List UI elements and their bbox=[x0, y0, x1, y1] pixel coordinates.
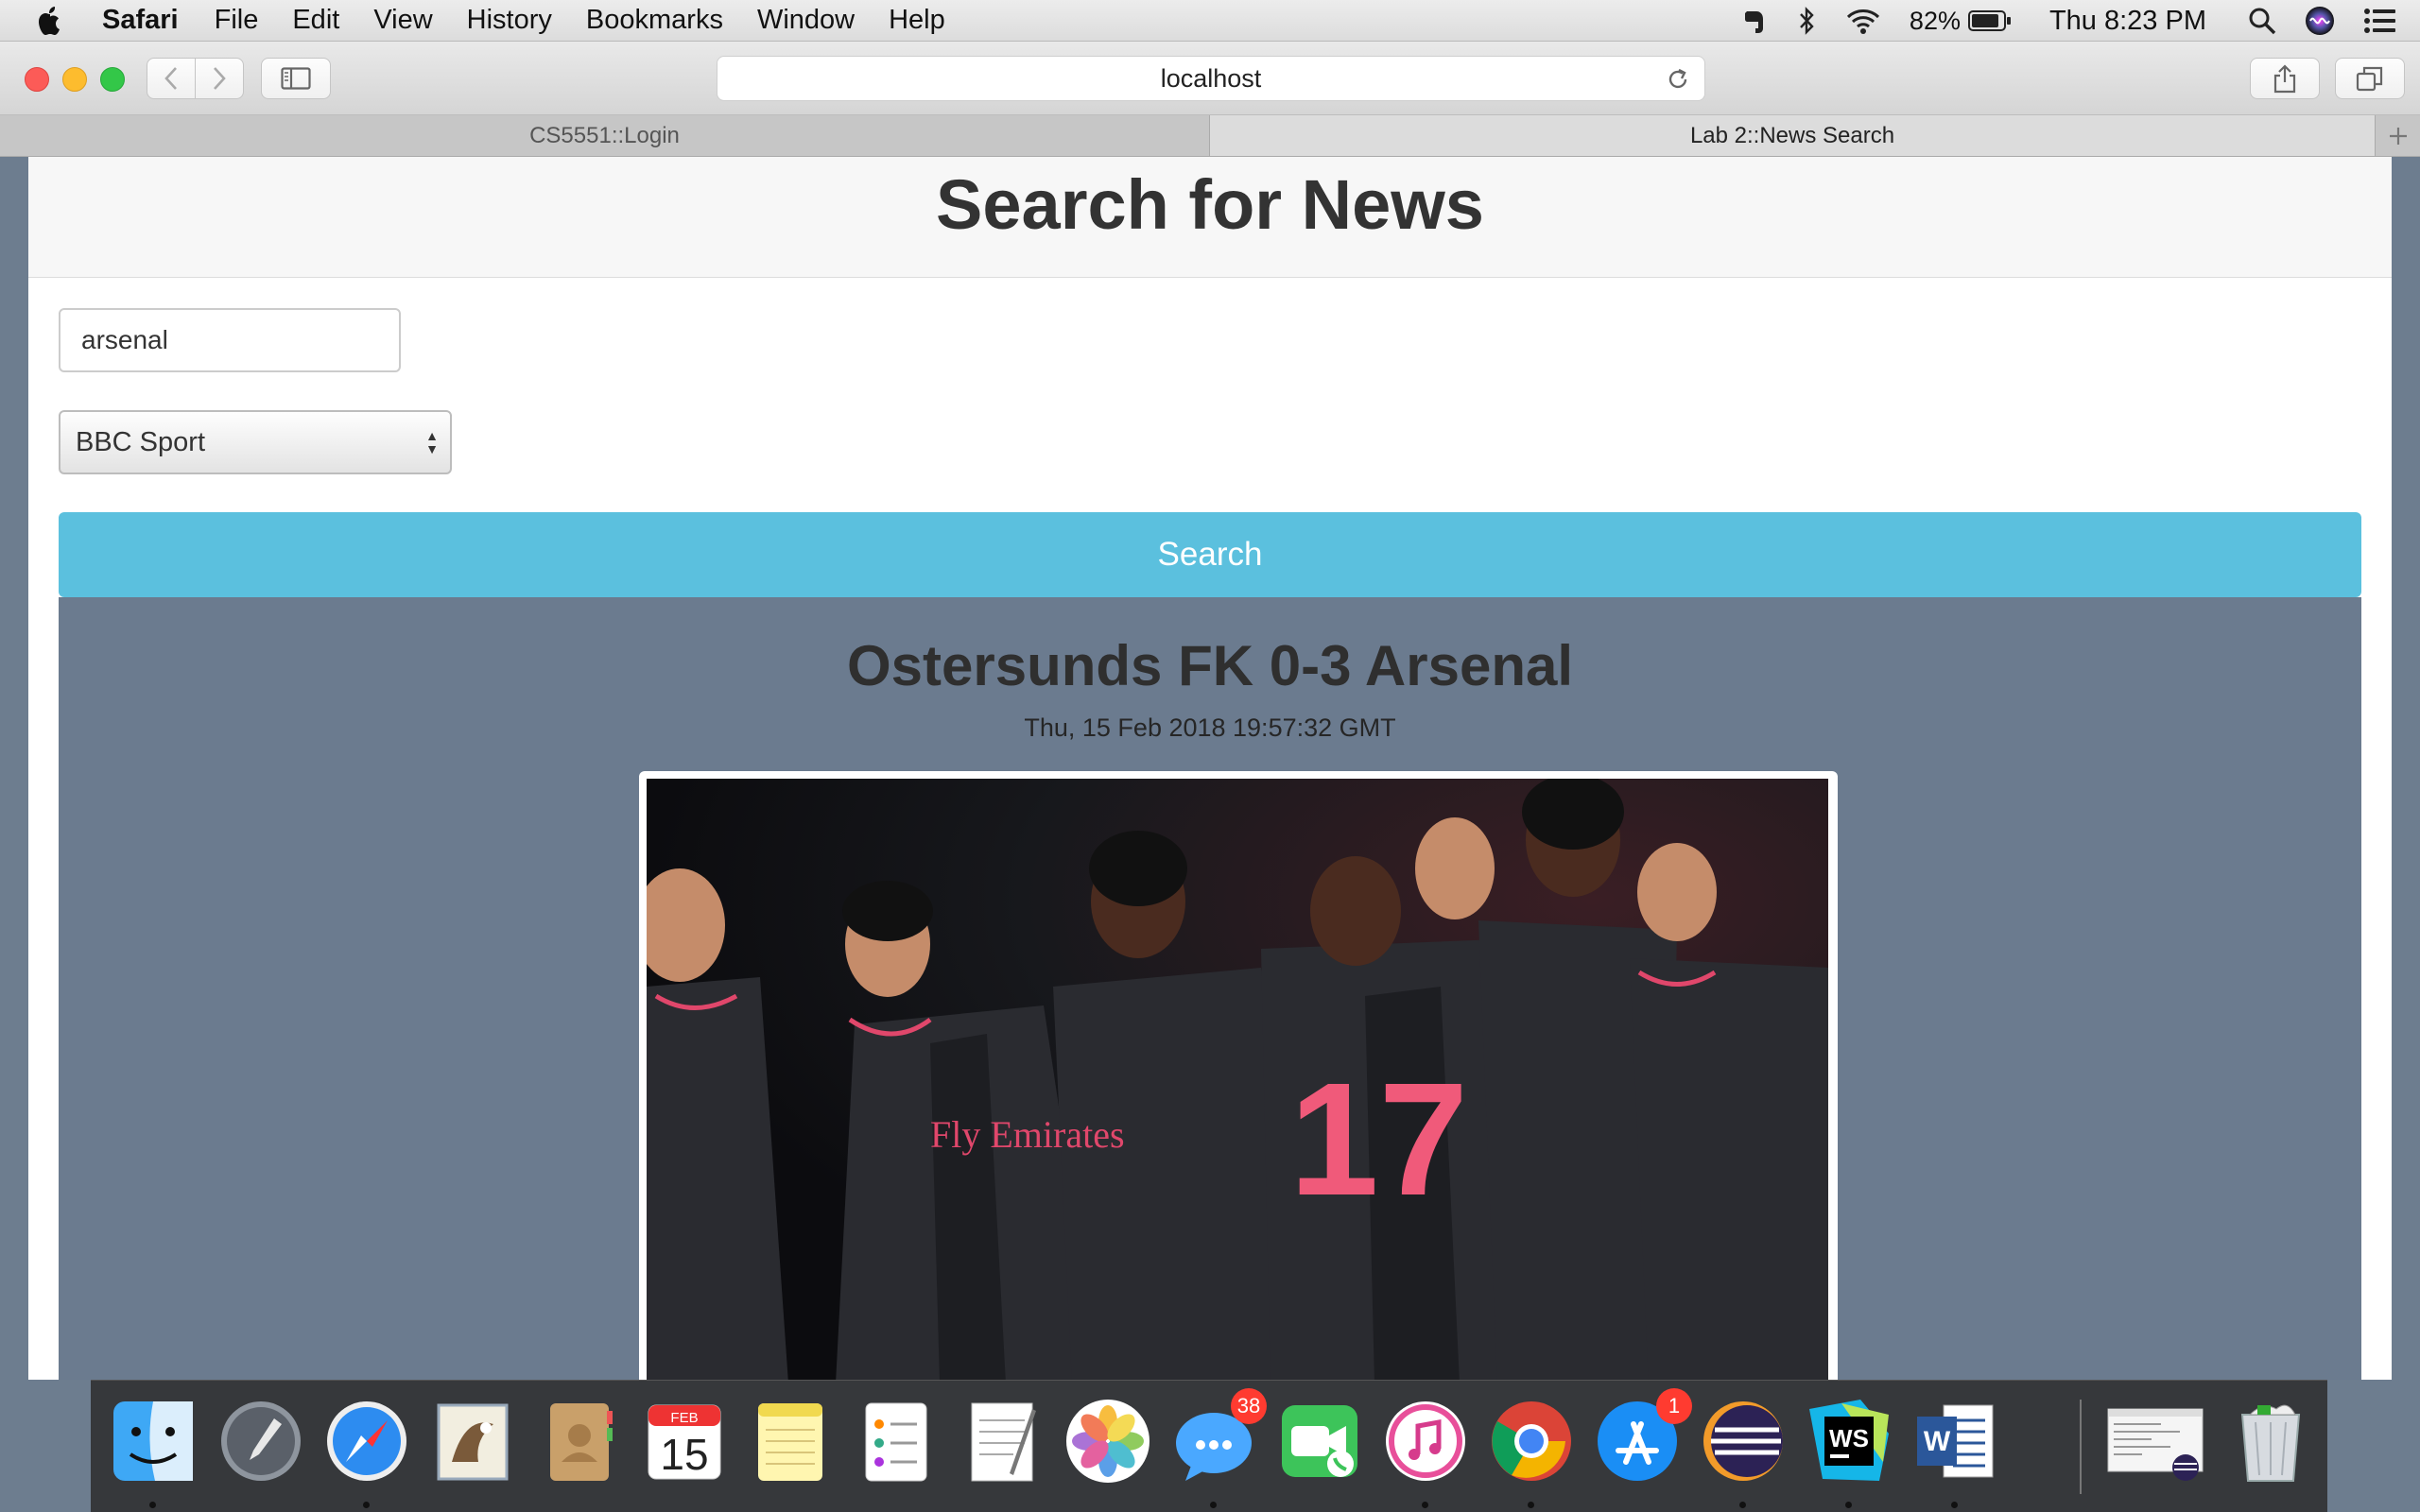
word-icon[interactable]: W bbox=[1910, 1396, 2000, 1486]
show-all-tabs-button[interactable] bbox=[2335, 58, 2405, 99]
wifi-icon[interactable] bbox=[1845, 7, 1881, 35]
share-button[interactable] bbox=[2250, 58, 2320, 99]
reload-icon[interactable] bbox=[1665, 66, 1691, 99]
finder-icon[interactable] bbox=[108, 1396, 199, 1486]
plus-icon bbox=[2389, 127, 2407, 145]
launchpad-icon[interactable] bbox=[216, 1396, 306, 1486]
textedit-icon[interactable] bbox=[957, 1396, 1047, 1486]
menubar-clock[interactable]: Thu 8:23 PM bbox=[2049, 6, 2206, 37]
battery-percent[interactable]: 82% bbox=[1910, 7, 1961, 36]
facetime-icon[interactable] bbox=[1274, 1396, 1365, 1486]
running-indicator bbox=[363, 1502, 370, 1508]
page-title: Search for News bbox=[936, 165, 1484, 244]
contacts-icon[interactable] bbox=[533, 1396, 624, 1486]
page-header: Search for News bbox=[28, 157, 2392, 278]
jersey-sponsor-text: Fly Emirates bbox=[930, 1113, 1125, 1156]
mail-icon[interactable] bbox=[427, 1396, 518, 1486]
evernote-icon[interactable] bbox=[1739, 6, 1770, 36]
running-indicator bbox=[1739, 1502, 1746, 1508]
chevron-right-icon bbox=[214, 67, 226, 90]
itunes-icon[interactable] bbox=[1380, 1396, 1471, 1486]
spotlight-search-icon[interactable] bbox=[2248, 7, 2276, 35]
news-result-card: Ostersunds FK 0-3 Arsenal Thu, 15 Feb 20… bbox=[59, 597, 2361, 1380]
share-icon bbox=[2273, 64, 2296, 94]
search-input[interactable] bbox=[59, 308, 401, 372]
running-indicator bbox=[1210, 1502, 1217, 1508]
menu-help[interactable]: Help bbox=[889, 5, 945, 36]
back-button[interactable] bbox=[147, 58, 196, 99]
menu-view[interactable]: View bbox=[373, 5, 432, 36]
siri-icon[interactable] bbox=[2305, 6, 2335, 36]
running-indicator bbox=[1422, 1502, 1428, 1508]
safari-dock-icon[interactable] bbox=[321, 1396, 412, 1486]
menu-window[interactable]: Window bbox=[757, 5, 855, 36]
reminders-icon[interactable] bbox=[851, 1396, 942, 1486]
dock: FEB 15 38 1 WS W bbox=[91, 1380, 2327, 1512]
article-photo[interactable]: Fly Emirates 17 bbox=[647, 779, 1828, 1380]
calendar-icon[interactable]: FEB 15 bbox=[639, 1396, 730, 1486]
news-source-select[interactable]: BBC Sport ▲ ▼ bbox=[59, 410, 452, 474]
notification-center-icon[interactable] bbox=[2363, 8, 2397, 34]
notes-icon[interactable] bbox=[745, 1396, 836, 1486]
running-indicator bbox=[149, 1502, 156, 1508]
app-store-badge: 1 bbox=[1656, 1388, 1692, 1424]
minimized-window-thumbnail[interactable] bbox=[2104, 1396, 2204, 1486]
tab-cs5551-login[interactable]: CS5551::Login bbox=[0, 115, 1210, 156]
bluetooth-icon[interactable] bbox=[1798, 6, 1817, 36]
sidebar-icon bbox=[281, 67, 311, 90]
dock-separator bbox=[2080, 1400, 2082, 1494]
menu-edit[interactable]: Edit bbox=[292, 5, 339, 36]
menu-bookmarks[interactable]: Bookmarks bbox=[586, 5, 723, 36]
tabs-overview-icon bbox=[2356, 66, 2383, 92]
webstorm-label: WS bbox=[1829, 1424, 1869, 1452]
running-indicator bbox=[1528, 1502, 1534, 1508]
web-content: Search for News BBC Sport ▲▼ Search Oste… bbox=[0, 157, 2420, 1380]
menu-file[interactable]: File bbox=[215, 5, 259, 36]
trash-icon[interactable] bbox=[2225, 1396, 2316, 1486]
minimize-window-button[interactable] bbox=[62, 67, 87, 92]
messages-badge: 38 bbox=[1231, 1388, 1267, 1424]
tab-label: Lab 2::News Search bbox=[1689, 122, 1895, 148]
new-tab-button[interactable] bbox=[2375, 115, 2420, 156]
calendar-day: 15 bbox=[660, 1430, 708, 1479]
chrome-icon[interactable] bbox=[1486, 1396, 1577, 1486]
forward-button[interactable] bbox=[195, 58, 244, 99]
sidebar-toggle-button[interactable] bbox=[261, 58, 331, 99]
webstorm-icon[interactable]: WS bbox=[1804, 1396, 1894, 1486]
battery-icon[interactable] bbox=[1967, 9, 2012, 32]
word-label: W bbox=[1924, 1426, 1951, 1457]
apple-menu-icon[interactable] bbox=[36, 5, 74, 37]
chevron-left-icon bbox=[164, 67, 177, 90]
tab-label: CS5551::Login bbox=[529, 122, 680, 148]
menu-app-safari[interactable]: Safari bbox=[102, 5, 179, 36]
selected-source: BBC Sport bbox=[76, 426, 205, 457]
running-indicator bbox=[1951, 1502, 1958, 1508]
menu-history[interactable]: History bbox=[467, 5, 552, 36]
eclipse-icon[interactable] bbox=[1698, 1396, 1789, 1486]
article-date: Thu, 15 Feb 2018 19:57:32 GMT bbox=[1024, 713, 1396, 742]
address-text: localhost bbox=[1160, 63, 1262, 93]
zoom-window-button[interactable] bbox=[100, 67, 125, 92]
search-button[interactable]: Search bbox=[59, 512, 2361, 597]
close-window-button[interactable] bbox=[25, 67, 49, 92]
article-title[interactable]: Ostersunds FK 0-3 Arsenal bbox=[59, 597, 2361, 698]
select-arrows-icon: ▲ ▼ bbox=[425, 428, 439, 456]
article-image-frame: Fly Emirates 17 bbox=[639, 771, 1838, 1380]
photos-icon[interactable] bbox=[1063, 1396, 1153, 1486]
tab-bar: CS5551::Login Lab 2::News Search bbox=[0, 115, 2420, 157]
search-button-label: Search bbox=[1157, 536, 1263, 573]
tab-news-search[interactable]: Lab 2::News Search bbox=[1210, 115, 2375, 156]
running-indicator bbox=[1845, 1502, 1852, 1508]
menu-bar: Safari File Edit View History Bookmarks … bbox=[0, 0, 2420, 42]
address-bar[interactable]: localhost bbox=[717, 56, 1705, 101]
jersey-number: 17 bbox=[1289, 1050, 1468, 1229]
page-container: Search for News BBC Sport ▲▼ Search Oste… bbox=[28, 157, 2392, 1380]
calendar-month: FEB bbox=[670, 1410, 698, 1426]
browser-toolbar: localhost bbox=[0, 42, 2420, 115]
